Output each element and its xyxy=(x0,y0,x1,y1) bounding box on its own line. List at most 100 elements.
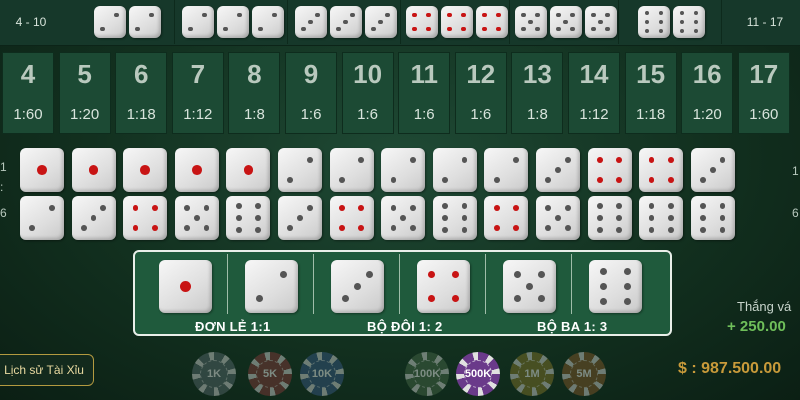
pair-bet-cell[interactable] xyxy=(71,148,116,192)
single-bet-die-1[interactable] xyxy=(159,260,212,313)
chip-button[interactable]: 1M xyxy=(510,352,554,396)
pair-bet-cell[interactable] xyxy=(381,148,426,192)
total-bet-cell[interactable]: 8 1:8 xyxy=(228,52,281,134)
total-bet-cell[interactable]: 5 1:20 xyxy=(58,52,111,134)
pair-bet-cell[interactable] xyxy=(278,148,322,192)
chip-button[interactable]: 5K xyxy=(248,352,292,396)
history-button[interactable]: Lịch sử Tài Xỉu xyxy=(0,354,94,386)
pip-icon xyxy=(410,157,416,164)
triple-bet-cell[interactable] xyxy=(178,0,288,44)
chip-button[interactable]: 500K xyxy=(456,352,500,396)
die-face-1-icon xyxy=(174,148,219,192)
total-bet-cell[interactable]: 4 1:60 xyxy=(2,52,54,134)
die-face-4-icon xyxy=(405,6,438,38)
pip-icon xyxy=(644,19,650,25)
triple-bet-cell[interactable] xyxy=(80,0,175,44)
pip-icon xyxy=(521,26,526,32)
total-bet-cell[interactable]: 10 1:6 xyxy=(341,52,394,134)
total-bet-cell[interactable]: 16 1:20 xyxy=(681,52,734,134)
single-bet-die-2[interactable] xyxy=(245,260,298,313)
triple-bet-cell[interactable] xyxy=(291,0,401,44)
total-bet-cell[interactable]: 6 1:18 xyxy=(115,52,168,134)
total-odds: 1:18 xyxy=(126,106,156,123)
total-number: 17 xyxy=(749,59,779,89)
pip-icon xyxy=(100,26,105,32)
chip-button[interactable]: 1K xyxy=(192,352,236,396)
triple-bet-cell[interactable] xyxy=(622,0,722,44)
pip-icon xyxy=(287,224,294,231)
total-bet-cell[interactable]: 17 1:60 xyxy=(737,52,790,134)
pair-bet-cell[interactable] xyxy=(639,148,684,192)
total-bet-cell[interactable]: 11 1:6 xyxy=(398,52,451,134)
pair-bet-cell[interactable] xyxy=(484,148,529,192)
triple-bet-cell[interactable] xyxy=(404,0,510,44)
total-bet-cell[interactable]: 13 1:8 xyxy=(511,52,564,134)
pair-bet-cell[interactable] xyxy=(20,148,64,192)
pip-icon xyxy=(600,268,608,276)
single-bet-die-4[interactable] xyxy=(417,260,470,313)
pip-icon xyxy=(537,294,545,302)
total-bet-cell[interactable]: 12 1:6 xyxy=(454,52,507,134)
pair-bet-cell[interactable] xyxy=(174,148,219,192)
pair-bet-cell[interactable] xyxy=(536,196,580,240)
die-face-1-icon xyxy=(159,260,212,313)
pip-icon xyxy=(390,176,397,183)
total-odds: 1:60 xyxy=(13,106,43,123)
pip-icon xyxy=(442,202,448,209)
die-face-6-icon xyxy=(690,196,735,240)
total-bet-cell[interactable]: 14 1:12 xyxy=(568,52,620,134)
single-bet-die-5[interactable] xyxy=(503,260,556,313)
pair-bet-cell[interactable] xyxy=(484,196,529,240)
pip-icon xyxy=(235,202,242,209)
pair-bet-cell[interactable] xyxy=(690,148,735,192)
total-bet-cell[interactable]: 7 1:12 xyxy=(171,52,224,134)
pair-bet-cell[interactable] xyxy=(329,196,374,240)
chip-label: 5M xyxy=(570,360,598,388)
pip-icon xyxy=(385,12,390,18)
die-face-6-icon xyxy=(639,196,684,240)
pair-bet-cell[interactable] xyxy=(639,196,684,240)
triple-bet-cell[interactable] xyxy=(513,0,619,44)
chip-button[interactable]: 10K xyxy=(300,352,344,396)
total-number: 10 xyxy=(353,59,383,89)
pair-bet-cell[interactable] xyxy=(123,196,168,240)
chip-button[interactable]: 100K xyxy=(405,352,449,396)
pip-icon xyxy=(719,227,726,234)
pip-icon xyxy=(412,26,417,32)
pair-bet-cell[interactable] xyxy=(20,196,64,240)
pip-icon xyxy=(400,215,407,221)
pair-bet-cell[interactable] xyxy=(381,196,426,240)
pair-bet-cell[interactable] xyxy=(71,196,116,240)
total-bet-cell[interactable]: 9 1:6 xyxy=(285,52,337,134)
chip-label: 500K xyxy=(464,360,492,388)
pair-bet-cell[interactable] xyxy=(226,196,271,240)
pip-icon xyxy=(545,224,552,231)
big-range-label[interactable]: 11 - 17 xyxy=(730,0,800,44)
pair-bet-cell[interactable] xyxy=(536,148,580,192)
pip-icon xyxy=(29,224,36,231)
pip-icon xyxy=(616,176,623,183)
chip-label: 5K xyxy=(256,360,284,388)
pair-bet-cell[interactable] xyxy=(123,148,168,192)
die-face-2-icon xyxy=(216,6,249,38)
pip-icon xyxy=(442,215,448,221)
small-range-label[interactable]: 4 - 10 xyxy=(0,0,62,44)
pip-icon xyxy=(616,215,623,221)
pair-bet-cell[interactable] xyxy=(690,196,735,240)
single-bet-die-6[interactable] xyxy=(589,260,642,313)
pair-bet-cell[interactable] xyxy=(278,196,322,240)
pip-icon xyxy=(570,12,575,18)
single-dice-bet-panel: ĐƠN LẺ 1:1 BỘ ĐÔI 1: 2 BỘ BA 1: 3 xyxy=(133,250,672,336)
pair-bet-cell[interactable] xyxy=(329,148,374,192)
pair-bet-cell[interactable] xyxy=(587,148,632,192)
chip-button[interactable]: 5M xyxy=(562,352,606,396)
die-face-5-icon xyxy=(174,196,219,240)
pair-bet-cell[interactable] xyxy=(174,196,219,240)
pip-icon xyxy=(426,12,431,18)
pair-bet-cell[interactable] xyxy=(432,148,477,192)
pair-bet-cell[interactable] xyxy=(226,148,271,192)
pair-bet-cell[interactable] xyxy=(587,196,632,240)
total-bet-cell[interactable]: 15 1:18 xyxy=(624,52,677,134)
single-bet-die-3[interactable] xyxy=(331,260,384,313)
pair-bet-cell[interactable] xyxy=(432,196,477,240)
